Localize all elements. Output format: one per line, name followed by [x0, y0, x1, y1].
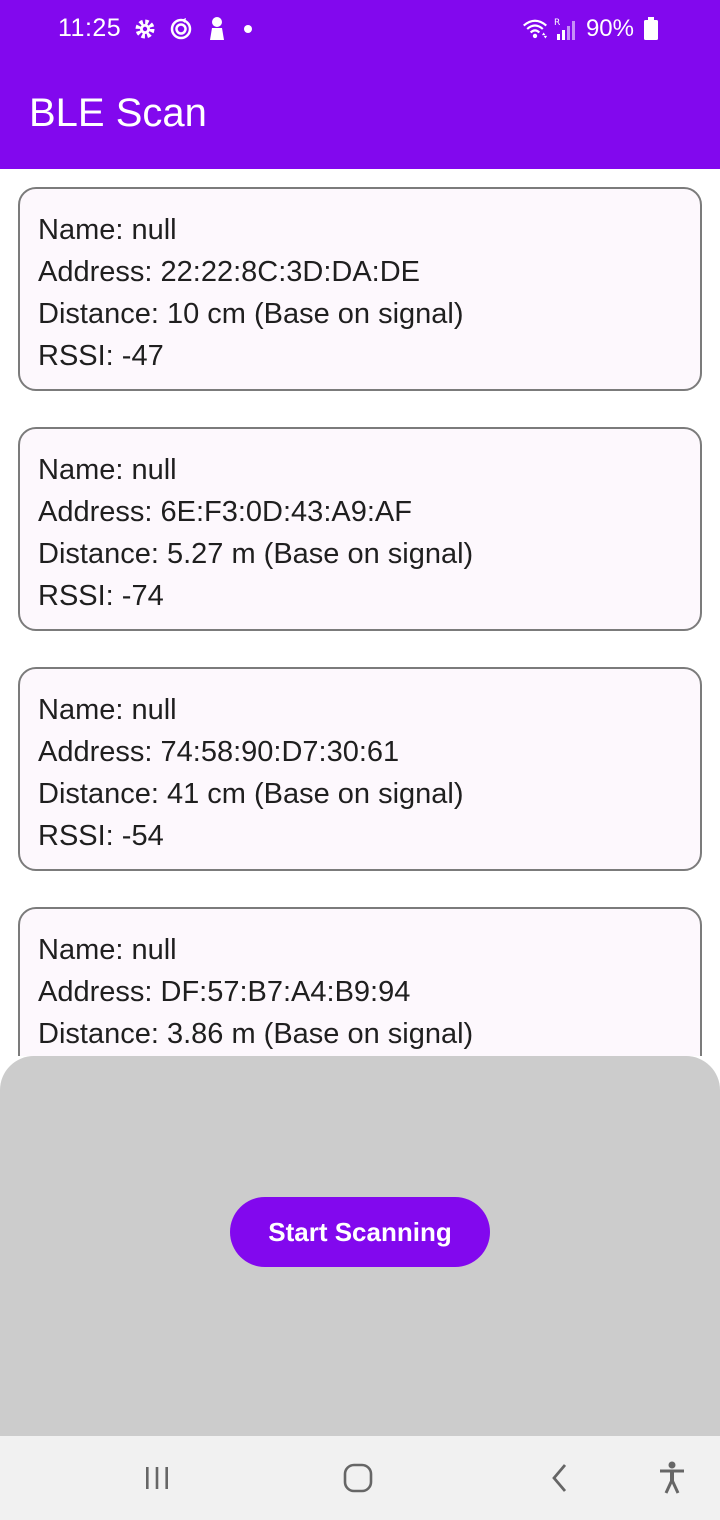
device-name: Name: null	[38, 694, 177, 726]
device-address: Address: 6E:F3:0D:43:A9:AF	[38, 496, 412, 528]
status-bar: 11:25 R 90%	[0, 0, 720, 58]
device-distance: Distance: 3.86 m (Base on signal)	[38, 1018, 474, 1050]
svg-text:R: R	[554, 18, 560, 28]
device-rssi: RSSI: -54	[38, 820, 164, 852]
wifi-icon	[522, 16, 548, 42]
status-right-icons: R 90%	[522, 13, 664, 45]
screen: 11:25 R 90% BLE Scan Name: null Address:…	[0, 0, 720, 1520]
home-icon[interactable]	[336, 1456, 380, 1500]
device-address: Address: DF:57:B7:A4:B9:94	[38, 976, 411, 1008]
back-icon[interactable]	[538, 1456, 582, 1500]
battery-icon	[638, 16, 664, 42]
device-distance: Distance: 5.27 m (Base on signal)	[38, 538, 474, 570]
device-name: Name: null	[38, 214, 177, 246]
sync-icon	[168, 16, 194, 42]
signal-icon: R	[552, 16, 578, 42]
start-scanning-button[interactable]: Start Scanning	[230, 1197, 490, 1267]
device-card[interactable]: Name: null Address: DF:57:B7:A4:B9:94 Di…	[18, 907, 702, 1056]
device-card[interactable]: Name: null Address: 74:58:90:D7:30:61 Di…	[18, 667, 702, 871]
notification-dot-icon	[244, 25, 252, 33]
device-card[interactable]: Name: null Address: 22:22:8C:3D:DA:DE Di…	[18, 187, 702, 391]
device-name: Name: null	[38, 934, 177, 966]
device-list[interactable]: Name: null Address: 22:22:8C:3D:DA:DE Di…	[0, 169, 720, 1056]
app-title: BLE Scan	[29, 91, 207, 135]
device-address: Address: 74:58:90:D7:30:61	[38, 736, 400, 768]
settings-icon	[132, 16, 158, 42]
device-rssi: RSSI: -47	[38, 340, 164, 372]
app-bar: BLE Scan	[0, 58, 720, 169]
device-distance: Distance: 10 cm (Base on signal)	[38, 298, 464, 330]
device-distance: Distance: 41 cm (Base on signal)	[38, 778, 464, 810]
device-rssi: RSSI: -74	[38, 580, 164, 612]
device-card[interactable]: Name: null Address: 6E:F3:0D:43:A9:AF Di…	[18, 427, 702, 631]
person-icon	[204, 16, 230, 42]
bottom-sheet: Start Scanning	[0, 1056, 720, 1436]
status-left-icons	[132, 14, 252, 44]
device-name: Name: null	[38, 454, 177, 486]
device-address: Address: 22:22:8C:3D:DA:DE	[38, 256, 421, 288]
status-time: 11:25	[58, 14, 122, 42]
battery-percent: 90%	[585, 15, 634, 42]
recents-icon[interactable]	[135, 1456, 179, 1500]
navigation-bar	[0, 1436, 720, 1520]
accessibility-icon[interactable]	[650, 1456, 694, 1500]
